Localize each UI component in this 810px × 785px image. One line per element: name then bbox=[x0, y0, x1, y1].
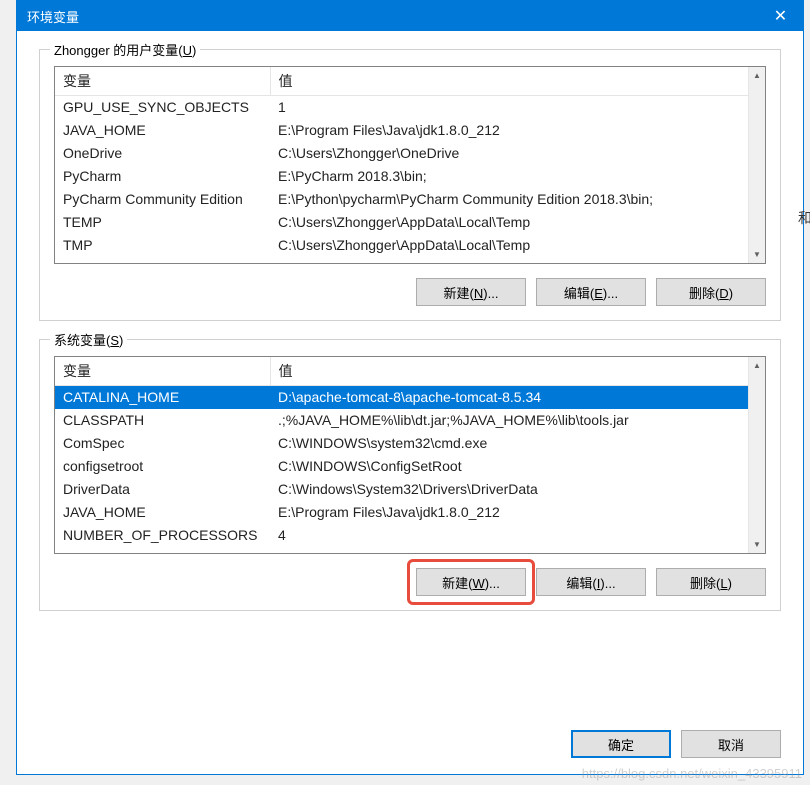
dialog-content: Zhongger 的用户变量(U) 变量 值 GPU_USE_SYNC_OBJE… bbox=[17, 31, 803, 726]
var-value-cell: C:\Users\Zhongger\AppData\Local\Temp bbox=[270, 211, 765, 234]
close-icon[interactable]: ✕ bbox=[758, 1, 803, 31]
system-variables-group: 系统变量(S) 变量 值 CATALINA_HOMED:\apache-tomc… bbox=[39, 339, 781, 611]
cancel-button[interactable]: 取消 bbox=[681, 730, 781, 758]
system-variables-table-container: 变量 值 CATALINA_HOMED:\apache-tomcat-8\apa… bbox=[54, 356, 766, 554]
var-value-cell: C:\Windows\System32\Drivers\DriverData bbox=[270, 478, 765, 501]
env-vars-dialog: 环境变量 ✕ Zhongger 的用户变量(U) 变量 值 GPU_USE_SY… bbox=[16, 0, 804, 775]
var-value-cell: C:\Users\Zhongger\OneDrive bbox=[270, 142, 765, 165]
table-row[interactable]: CATALINA_HOMED:\apache-tomcat-8\apache-t… bbox=[55, 386, 765, 409]
table-row[interactable]: configsetrootC:\WINDOWS\ConfigSetRoot bbox=[55, 455, 765, 478]
table-row[interactable]: NUMBER_OF_PROCESSORS4 bbox=[55, 524, 765, 547]
dialog-footer: 确定 取消 bbox=[17, 726, 803, 774]
table-row[interactable]: TMPC:\Users\Zhongger\AppData\Local\Temp bbox=[55, 234, 765, 257]
system-variables-table[interactable]: 变量 值 CATALINA_HOMED:\apache-tomcat-8\apa… bbox=[55, 357, 765, 547]
var-name-cell: DriverData bbox=[55, 478, 270, 501]
user-edit-button[interactable]: 编辑(E)... bbox=[536, 278, 646, 306]
var-name-cell: TMP bbox=[55, 234, 270, 257]
var-value-cell: 4 bbox=[270, 524, 765, 547]
col-value-header[interactable]: 值 bbox=[270, 357, 765, 386]
var-name-cell: GPU_USE_SYNC_OBJECTS bbox=[55, 96, 270, 119]
var-value-cell: E:\PyCharm 2018.3\bin; bbox=[270, 165, 765, 188]
system-new-button[interactable]: 新建(W)... bbox=[416, 568, 526, 596]
var-name-cell: configsetroot bbox=[55, 455, 270, 478]
user-variables-table-container: 变量 值 GPU_USE_SYNC_OBJECTS1JAVA_HOMEE:\Pr… bbox=[54, 66, 766, 264]
user-buttons-row: 新建(N)... 编辑(E)... 删除(D) bbox=[54, 278, 766, 306]
ok-button[interactable]: 确定 bbox=[571, 730, 671, 758]
var-name-cell: PyCharm bbox=[55, 165, 270, 188]
table-row[interactable]: GPU_USE_SYNC_OBJECTS1 bbox=[55, 96, 765, 119]
system-variables-label: 系统变量(S) bbox=[50, 330, 127, 349]
scroll-up-icon[interactable]: ▲ bbox=[749, 67, 765, 84]
table-row[interactable]: JAVA_HOMEE:\Program Files\Java\jdk1.8.0_… bbox=[55, 119, 765, 142]
var-name-cell: TEMP bbox=[55, 211, 270, 234]
col-value-header[interactable]: 值 bbox=[270, 67, 765, 96]
table-row[interactable]: DriverDataC:\Windows\System32\Drivers\Dr… bbox=[55, 478, 765, 501]
titlebar: 环境变量 ✕ bbox=[17, 1, 803, 31]
table-row[interactable]: TEMPC:\Users\Zhongger\AppData\Local\Temp bbox=[55, 211, 765, 234]
var-value-cell: .;%JAVA_HOME%\lib\dt.jar;%JAVA_HOME%\lib… bbox=[270, 409, 765, 432]
table-row[interactable]: JAVA_HOMEE:\Program Files\Java\jdk1.8.0_… bbox=[55, 501, 765, 524]
var-value-cell: D:\apache-tomcat-8\apache-tomcat-8.5.34 bbox=[270, 386, 765, 409]
table-row[interactable]: ComSpecC:\WINDOWS\system32\cmd.exe bbox=[55, 432, 765, 455]
table-row[interactable]: OneDriveC:\Users\Zhongger\OneDrive bbox=[55, 142, 765, 165]
var-name-cell: ComSpec bbox=[55, 432, 270, 455]
table-row[interactable]: PyCharmE:\PyCharm 2018.3\bin; bbox=[55, 165, 765, 188]
user-variables-label: Zhongger 的用户变量(U) bbox=[50, 40, 200, 59]
table-row[interactable]: CLASSPATH.;%JAVA_HOME%\lib\dt.jar;%JAVA_… bbox=[55, 409, 765, 432]
table-row[interactable]: PyCharm Community EditionE:\Python\pycha… bbox=[55, 188, 765, 211]
var-name-cell: CATALINA_HOME bbox=[55, 386, 270, 409]
window-title: 环境变量 bbox=[27, 7, 758, 26]
var-name-cell: PyCharm Community Edition bbox=[55, 188, 270, 211]
var-value-cell: E:\Python\pycharm\PyCharm Community Edit… bbox=[270, 188, 765, 211]
user-new-button[interactable]: 新建(N)... bbox=[416, 278, 526, 306]
col-variable-header[interactable]: 变量 bbox=[55, 67, 270, 96]
system-buttons-row: 新建(W)... 编辑(I)... 删除(L) bbox=[54, 568, 766, 596]
var-value-cell: E:\Program Files\Java\jdk1.8.0_212 bbox=[270, 501, 765, 524]
system-delete-button[interactable]: 删除(L) bbox=[656, 568, 766, 596]
var-value-cell: C:\WINDOWS\system32\cmd.exe bbox=[270, 432, 765, 455]
var-name-cell: JAVA_HOME bbox=[55, 501, 270, 524]
var-name-cell: OneDrive bbox=[55, 142, 270, 165]
user-variables-group: Zhongger 的用户变量(U) 变量 值 GPU_USE_SYNC_OBJE… bbox=[39, 49, 781, 321]
user-delete-button[interactable]: 删除(D) bbox=[656, 278, 766, 306]
background-text-fragment: 和 bbox=[798, 208, 810, 228]
var-value-cell: C:\WINDOWS\ConfigSetRoot bbox=[270, 455, 765, 478]
scroll-down-icon[interactable]: ▼ bbox=[749, 536, 765, 553]
var-name-cell: CLASSPATH bbox=[55, 409, 270, 432]
system-edit-button[interactable]: 编辑(I)... bbox=[536, 568, 646, 596]
var-name-cell: NUMBER_OF_PROCESSORS bbox=[55, 524, 270, 547]
system-table-scrollbar[interactable]: ▲ ▼ bbox=[748, 357, 765, 553]
highlight-annotation: 新建(W)... bbox=[407, 559, 535, 605]
var-value-cell: C:\Users\Zhongger\AppData\Local\Temp bbox=[270, 234, 765, 257]
user-variables-table[interactable]: 变量 值 GPU_USE_SYNC_OBJECTS1JAVA_HOMEE:\Pr… bbox=[55, 67, 765, 257]
var-value-cell: 1 bbox=[270, 96, 765, 119]
var-value-cell: E:\Program Files\Java\jdk1.8.0_212 bbox=[270, 119, 765, 142]
scroll-down-icon[interactable]: ▼ bbox=[749, 246, 765, 263]
user-table-scrollbar[interactable]: ▲ ▼ bbox=[748, 67, 765, 263]
scroll-up-icon[interactable]: ▲ bbox=[749, 357, 765, 374]
col-variable-header[interactable]: 变量 bbox=[55, 357, 270, 386]
var-name-cell: JAVA_HOME bbox=[55, 119, 270, 142]
